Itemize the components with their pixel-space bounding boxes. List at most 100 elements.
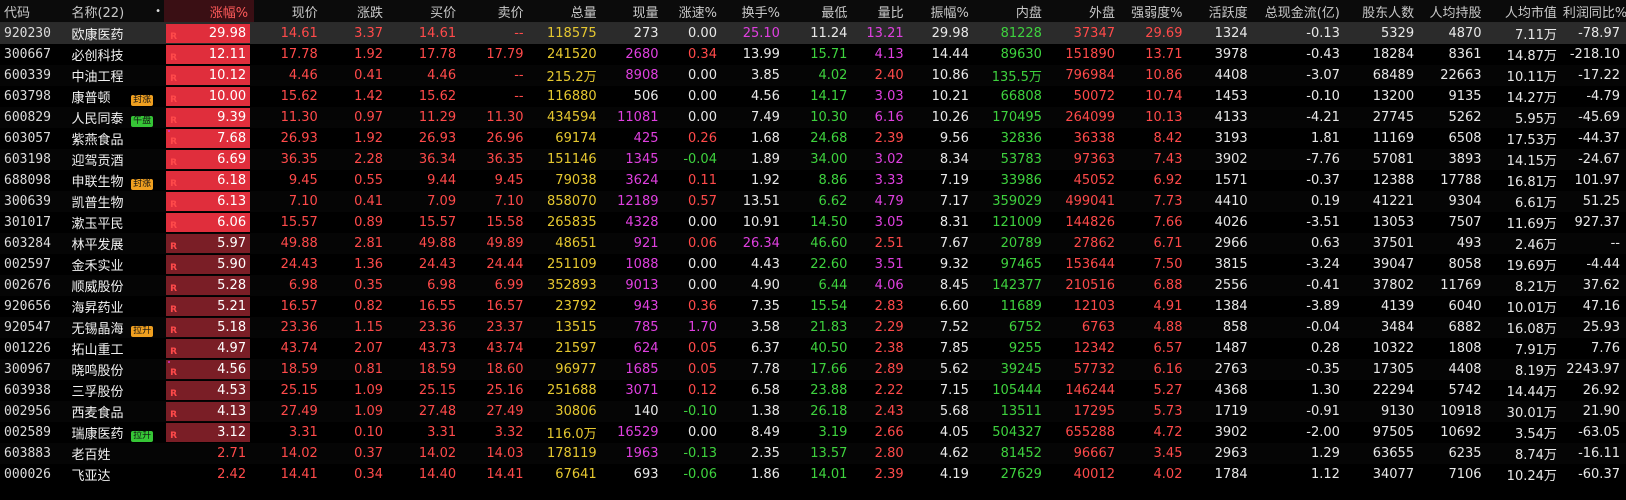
speed-cell: 0.34	[688, 47, 717, 62]
per-holding-cell: 17788	[1440, 173, 1482, 188]
pct-change-cell: 6.69 R	[164, 149, 255, 170]
table-row[interactable]: 603883 老百姓 2.71 14.02 0.37 14.02 14.03 178119 19…	[0, 443, 1626, 464]
col-header-holders[interactable]: 股东人数	[1345, 0, 1421, 23]
flag-cell	[155, 233, 165, 254]
r-marker-icon: R	[170, 158, 178, 168]
amplitude-cell: 10.26	[909, 107, 975, 128]
col-header-pct-sorted[interactable]: 涨幅%	[164, 0, 255, 23]
cash-flow-cell: 0.19	[1253, 191, 1346, 212]
col-header-change[interactable]: 涨跌	[323, 0, 390, 23]
table-row[interactable]: 002676 顺威股份 5.28 R 6.98 0.35 6.98 6.99 352893 901…	[0, 275, 1626, 296]
table-row[interactable]: 002589 瑞康医药 拉升 3.12 R 3.31 0.10 3.31 3.32 116.0万 1…	[0, 422, 1626, 443]
pct-change-bar: 6.18	[166, 171, 251, 190]
col-header-name[interactable]: 名称(22)	[67, 0, 156, 23]
ask-cell: 36.35	[462, 149, 530, 170]
col-header-flag[interactable]: •	[155, 0, 165, 23]
table-row[interactable]: 002956 西麦食品 4.13 R 27.49 1.09 27.48 27.49 30806 1…	[0, 401, 1626, 422]
stock-name-cell: 漱玉平民	[67, 212, 155, 233]
outer-cell: 50072	[1073, 89, 1115, 104]
r-marker-icon: R	[170, 263, 178, 273]
col-header-price[interactable]: 现价	[254, 0, 324, 23]
volume-cell: 151146	[529, 149, 603, 170]
table-row[interactable]: 001226 拓山重工 4.97 R 43.74 2.07 43.73 43.74 21597 6…	[0, 338, 1626, 359]
col-header-per-value[interactable]: 人均市值	[1487, 0, 1563, 23]
pct-change-value: 12.11	[208, 47, 247, 62]
table-row[interactable]: 600829 人民同泰 午盘 9.39 R 11.30 0.97 11.29 11.30 4345…	[0, 107, 1626, 128]
col-header-code[interactable]: 代码	[0, 0, 68, 23]
col-header-volume[interactable]: 总量	[529, 0, 603, 23]
table-row[interactable]: 300639 凯普生物 6.13 R 7.10 0.41 7.09 7.10 858070 121…	[0, 191, 1626, 212]
table-row[interactable]: 688098 申联生物 封涨 6.18 R 9.45 0.55 9.44 9.45 79038 36…	[0, 170, 1626, 191]
profit-yoy-cell: -4.79	[1586, 89, 1620, 104]
col-header-turnover[interactable]: 换手%	[722, 0, 786, 23]
table-row[interactable]: 920230 欧康医药 29.98 R 14.61 3.37 14.61 -- 118575 27…	[0, 22, 1626, 44]
per-holding-cell: 7507	[1448, 215, 1482, 230]
amplitude-cell: 4.62	[909, 443, 975, 464]
current-volume-cell: 12189	[602, 191, 665, 212]
cash-flow-cell: -0.10	[1306, 89, 1340, 104]
table-row[interactable]: 603198 迎驾贡酒 6.69 R 36.35 2.28 36.34 36.35 151146…	[0, 149, 1626, 170]
per-value-cell: 10.01万	[1506, 301, 1557, 316]
table-row[interactable]: 603938 三孚股份 4.53 R 25.15 1.09 25.15 25.16 251688…	[0, 380, 1626, 401]
stock-name-label: 金禾实业	[71, 259, 124, 274]
pct-change-cell: 5.28 R	[164, 275, 255, 296]
pct-change-bar: 5.28	[166, 276, 251, 295]
flag-cell	[155, 401, 165, 422]
r-marker-icon: R	[170, 368, 178, 378]
pct-change-cell: 7.68 R	[164, 128, 254, 149]
col-header-low[interactable]: 最低	[785, 0, 854, 23]
stock-name-cell: 康普顿 封涨	[67, 86, 155, 107]
current-volume-cell: 425	[633, 131, 659, 146]
activity-cell: 4133	[1188, 107, 1254, 128]
table-row[interactable]: 300967 晓鸣股份 4.56 R 18.59 0.81 18.59 18.60 96977 1…	[0, 359, 1626, 380]
table-row[interactable]: 920656 海昇药业 5.21 R 16.57 0.82 16.55 16.57 23792 9…	[0, 296, 1626, 317]
volume-cell: 79038	[555, 173, 597, 188]
table-row[interactable]: 301017 漱玉平民 6.06 R 15.57 0.89 15.57 15.58 265835…	[0, 212, 1626, 233]
stock-name-cell: 西麦食品	[67, 401, 156, 422]
col-header-outer[interactable]: 外盘	[1047, 0, 1121, 23]
col-header-current-volume[interactable]: 现量	[602, 0, 665, 23]
speed-cell: 0.00	[664, 22, 723, 44]
col-header-per-holding[interactable]: 人均持股	[1420, 0, 1488, 23]
table-body: 920230 欧康医药 29.98 R 14.61 3.37 14.61 -- 118575 27…	[0, 22, 1626, 485]
activity-cell: 3902	[1188, 149, 1254, 170]
speed-cell: 0.00	[688, 215, 717, 230]
change-cell: 0.55	[354, 173, 384, 188]
table-row[interactable]: 603057 紫燕食品 7.68 R 26.93 1.92 26.93 26.96 69174 4…	[0, 128, 1626, 149]
pct-change-cell: 10.12 R	[164, 65, 255, 86]
col-header-activity[interactable]: 活跃度	[1188, 0, 1254, 23]
table-row[interactable]: 603798 康普顿 封涨 10.00 R 15.62 1.42 15.62 -- 116880 5…	[0, 86, 1626, 107]
inner-cell: 66808	[1000, 89, 1042, 104]
activity-cell: 3902	[1214, 425, 1248, 440]
table-row[interactable]: 600339 中油工程 10.12 R 4.46 0.41 4.46 -- 215.2万 8908…	[0, 65, 1626, 86]
col-header-amplitude[interactable]: 振幅%	[909, 0, 975, 23]
stock-code-cell: 600339	[0, 65, 68, 86]
pct-change-bar: 10.12	[166, 66, 251, 85]
col-header-bid[interactable]: 买价	[389, 0, 463, 23]
turnover-cell: 25.10	[722, 22, 786, 44]
turnover-cell: 6.37	[750, 341, 780, 356]
col-header-strength[interactable]: 强弱度%	[1121, 0, 1189, 23]
table-row[interactable]: 002597 金禾实业 5.90 R 24.43 1.36 24.43 24.44 251109…	[0, 254, 1626, 275]
col-header-ask[interactable]: 卖价	[462, 0, 530, 23]
col-header-speed[interactable]: 涨速%	[664, 0, 723, 23]
per-value-cell: 2.46万	[1487, 233, 1563, 254]
pct-change-value: 4.13	[217, 404, 247, 419]
volume-cell: 67641	[555, 467, 597, 482]
per-holding-cell: 4870	[1420, 22, 1488, 44]
bid-cell: 49.88	[389, 233, 463, 254]
table-row[interactable]: 300667 必创科技 12.11 R 17.78 1.92 17.78 17.79 24152…	[0, 44, 1626, 65]
table-row[interactable]: 000026 飞亚达 2.42 14.41 0.34 14.40 14.41 67641 693…	[0, 464, 1626, 485]
change-cell: 0.41	[323, 65, 390, 86]
change-cell: 0.89	[354, 215, 384, 230]
profit-yoy-cell: 2243.97	[1562, 359, 1626, 380]
col-header-volume-ratio[interactable]: 量比	[853, 0, 910, 23]
col-header-cash-flow[interactable]: 总现金流(亿)	[1253, 0, 1346, 23]
activity-cell: 4408	[1188, 65, 1254, 86]
col-header-inner[interactable]: 内盘	[974, 0, 1048, 23]
col-header-profit-yoy[interactable]: 利润同比%	[1562, 0, 1626, 23]
stock-code-cell: 000026	[4, 467, 51, 482]
table-row[interactable]: 603284 林平发展 5.97 R 49.88 2.81 49.88 49.89 48651 9…	[0, 233, 1626, 254]
table-row[interactable]: 920547 无锡晶海 拉升 5.18 R 23.36 1.15 23.36 23.37 1351…	[0, 317, 1626, 338]
price-cell: 26.93	[280, 131, 318, 146]
